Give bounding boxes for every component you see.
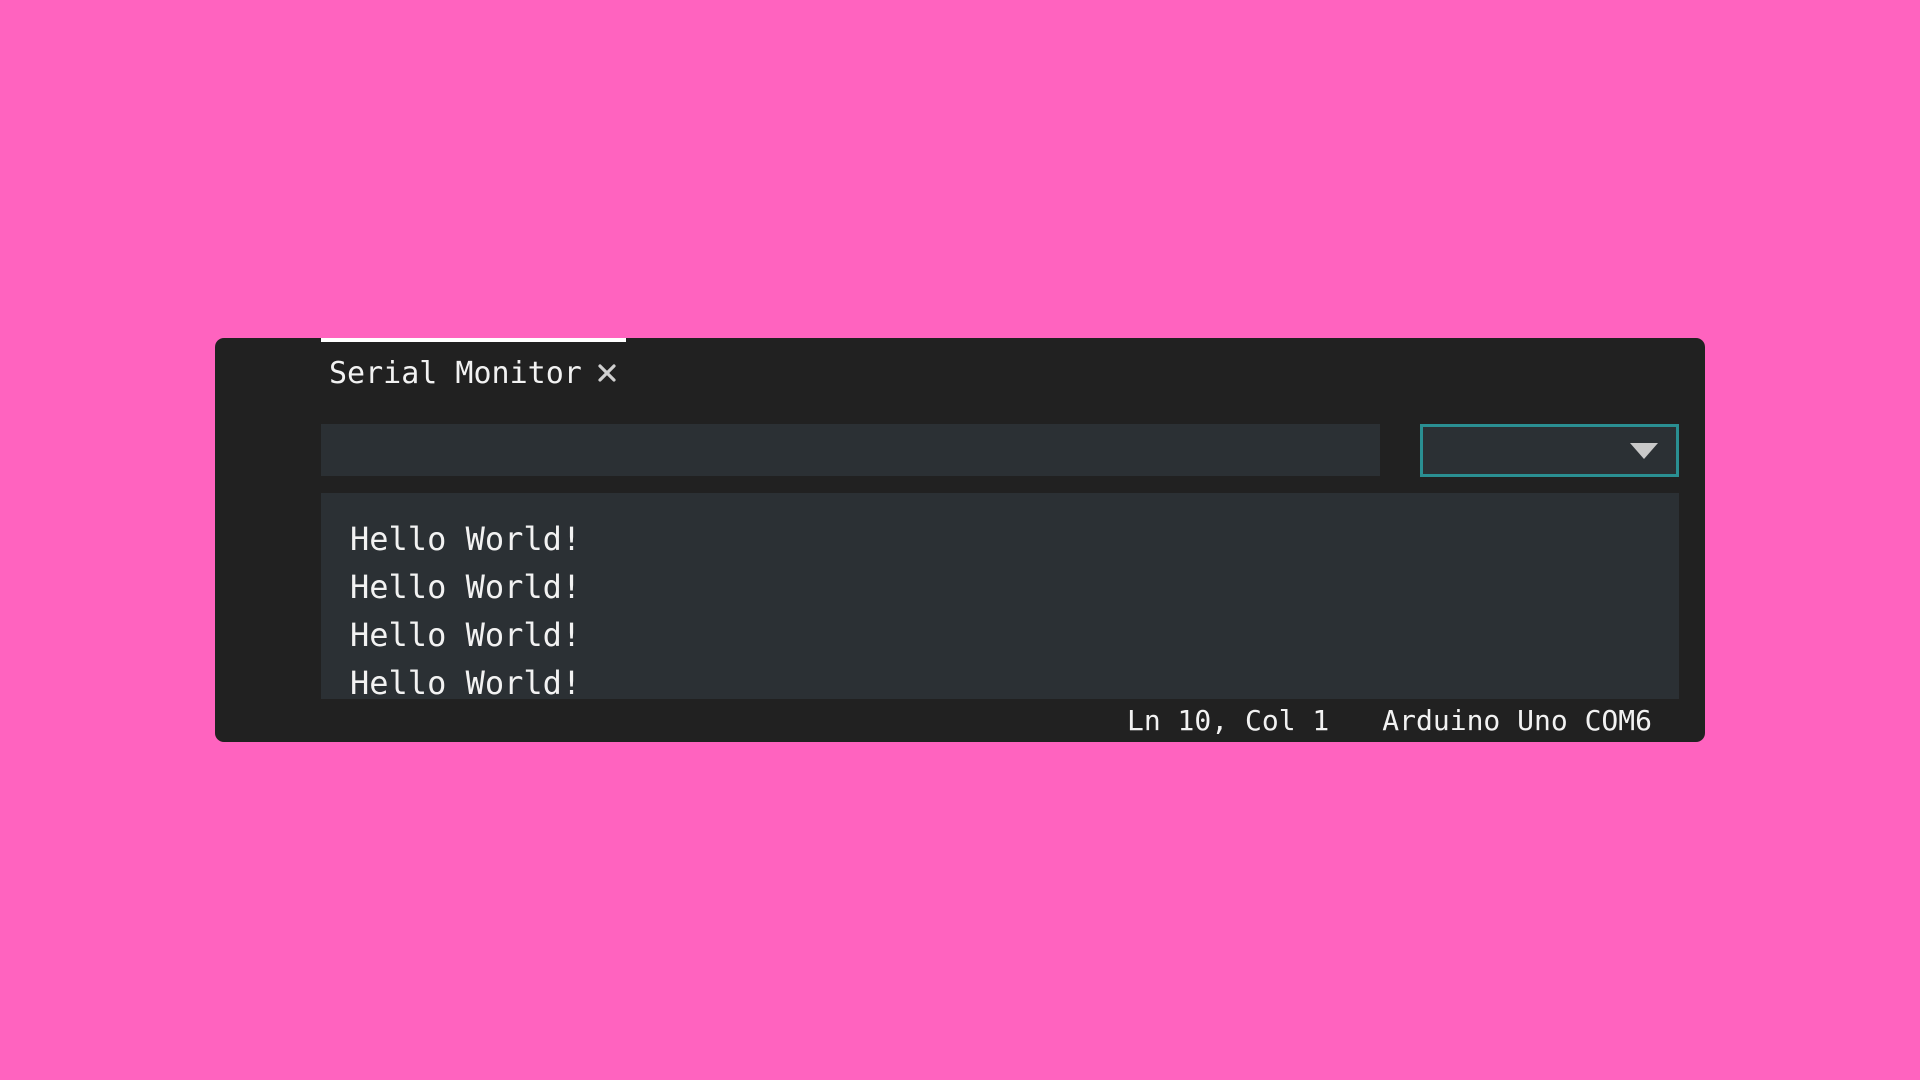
board-port-indicator[interactable]: Arduino Uno COM6 [1382,704,1652,737]
chevron-down-icon [1630,442,1658,459]
tab-serial-monitor[interactable]: Serial Monitor [321,338,626,408]
output-line: Hello World! [350,664,582,699]
tab-strip: Serial Monitor [321,338,626,408]
output-line: Hello World! [350,568,582,606]
serial-monitor-panel: Serial Monitor Hello World! Hello World!… [215,338,1705,742]
close-icon[interactable] [596,362,618,384]
cursor-position[interactable]: Ln 10, Col 1 [1127,704,1329,737]
output-line: Hello World! [350,616,582,654]
message-input[interactable] [321,424,1380,476]
serial-toolbar [321,424,1693,477]
tab-label: Serial Monitor [329,355,582,391]
active-tab-indicator [321,338,626,342]
serial-output[interactable]: Hello World! Hello World! Hello World! H… [321,493,1679,699]
status-bar: Ln 10, Col 1 Arduino Uno COM6 [1127,698,1652,742]
baud-rate-select[interactable] [1420,424,1679,477]
output-line: Hello World! [350,520,582,558]
